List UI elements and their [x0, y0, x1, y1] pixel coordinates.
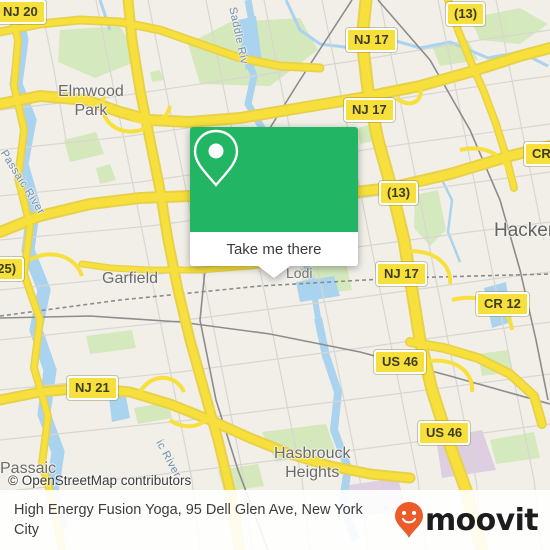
highway-shield-nj17-a: NJ 17: [346, 28, 397, 52]
highway-shield-13-top: (13): [446, 2, 486, 26]
highway-shield-nj17-c: NJ 17: [376, 262, 427, 286]
highway-shield-us46-b: US 46: [418, 421, 471, 445]
highway-shield-nj20: NJ 20: [0, 0, 46, 24]
moovit-logo[interactable]: moovit: [394, 501, 550, 539]
popup-footer[interactable]: Take me there: [190, 232, 358, 266]
map-canvas[interactable]: ElmwoodPark Garfield Lodi Hacken Hasbrou…: [0, 0, 550, 550]
highway-shield-cr12: CR 12: [476, 292, 529, 316]
bottom-info-bar: High Energy Fusion Yoga, 95 Dell Glen Av…: [0, 490, 550, 550]
highway-shield-us46-a: US 46: [374, 350, 427, 374]
popup-header: [190, 127, 358, 232]
highway-shield-cr: CR: [524, 142, 550, 166]
highway-shield-13-mid: (13): [379, 181, 419, 205]
map-pin-icon: [193, 129, 239, 187]
highway-shield-nj17-b: NJ 17: [344, 98, 395, 122]
osm-attribution: © OpenStreetMap contributors: [8, 473, 192, 488]
moovit-smiley-pin-icon: [394, 502, 423, 538]
take-me-there-popup[interactable]: Take me there: [190, 127, 358, 278]
take-me-there-label: Take me there: [226, 240, 322, 258]
moovit-wordmark: moovit: [424, 502, 539, 538]
place-address-text: High Energy Fusion Yoga, 95 Dell Glen Av…: [14, 502, 363, 538]
highway-shield-625: 625): [0, 257, 25, 281]
map-screenshot: ElmwoodPark Garfield Lodi Hacken Hasbrou…: [0, 0, 550, 550]
highway-shield-nj21: NJ 21: [67, 376, 118, 400]
popup-pointer-tail: [258, 266, 290, 278]
